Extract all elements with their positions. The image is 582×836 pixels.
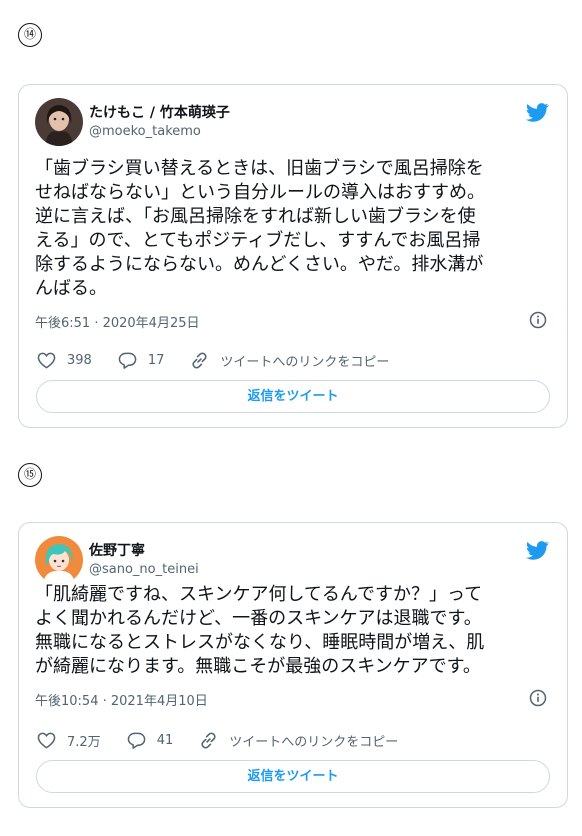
like-count: 7.2万 [67,734,101,750]
avatar[interactable] [35,536,83,584]
reply-count-button[interactable]: 17 [118,351,165,370]
like-button[interactable]: 398 [37,351,92,370]
info-icon[interactable] [529,689,547,707]
tweet-number-14: ⑭ [18,23,42,47]
display-name[interactable]: 佐野丁寧 [89,541,199,561]
twitter-bird-icon[interactable] [526,103,549,122]
twitter-bird-icon[interactable] [526,541,549,560]
heart-icon [37,352,56,369]
user-handle[interactable]: @sano_no_teinei [89,561,199,579]
tweet-number-15: ⑮ [18,463,42,487]
copy-link-button[interactable]: ツイートへのリンクをコピー [190,351,389,370]
tweet-text: 「歯ブラシ買い替えるときは、旧歯ブラシで風呂掃除を せねばならない」という自分ル… [35,158,485,299]
like-count: 398 [67,352,92,368]
reply-bubble-icon [118,352,137,369]
reply-tweet-button[interactable]: 返信をツイート [36,760,550,793]
user-handle[interactable]: @moeko_takemo [89,123,230,141]
reply-count: 17 [147,352,165,368]
tweet-text: 「肌綺麗ですね、スキンケア何してるんですか？」って よく聞かれるんだけど、一番の… [35,584,485,677]
reply-tweet-button[interactable]: 返信をツイート [36,380,550,413]
like-button[interactable]: 7.2万 [37,731,101,750]
avatar-photo-icon [35,98,83,146]
heart-icon [37,732,56,749]
link-icon [201,731,216,749]
tweet-card: 佐野丁寧 @sano_no_teinei 「肌綺麗ですね、スキンケア何してるんで… [18,522,568,808]
tweet-header: 佐野丁寧 @sano_no_teinei [35,536,199,584]
tweet-actions: 7.2万 41 ツイートへのリンクをコピー [37,728,549,752]
copy-link-button[interactable]: ツイートへのリンクをコピー [199,731,398,750]
avatar[interactable] [35,98,83,146]
tweet-actions: 398 17 ツイートへのリンクをコピー [37,348,549,372]
reply-bubble-icon [127,732,146,749]
reply-count-button[interactable]: 41 [127,731,174,750]
tweet-card: たけもこ / 竹本萌瑛子 @moeko_takemo 「歯ブラシ買い替えるときは… [18,84,568,428]
tweet-header: たけもこ / 竹本萌瑛子 @moeko_takemo [35,98,230,146]
tweet-timestamp[interactable]: 午後6:51 · 2020年4月25日 [35,312,200,331]
copy-link-label: ツイートへのリンクをコピー [229,734,399,750]
display-name[interactable]: たけもこ / 竹本萌瑛子 [89,103,230,123]
tweet-timestamp[interactable]: 午後10:54 · 2021年4月10日 [35,690,208,709]
info-icon[interactable] [529,311,547,329]
reply-count: 41 [156,732,174,748]
copy-link-label: ツイートへのリンクをコピー [220,354,390,370]
avatar-illustration-icon [35,536,83,584]
link-icon [192,351,207,369]
